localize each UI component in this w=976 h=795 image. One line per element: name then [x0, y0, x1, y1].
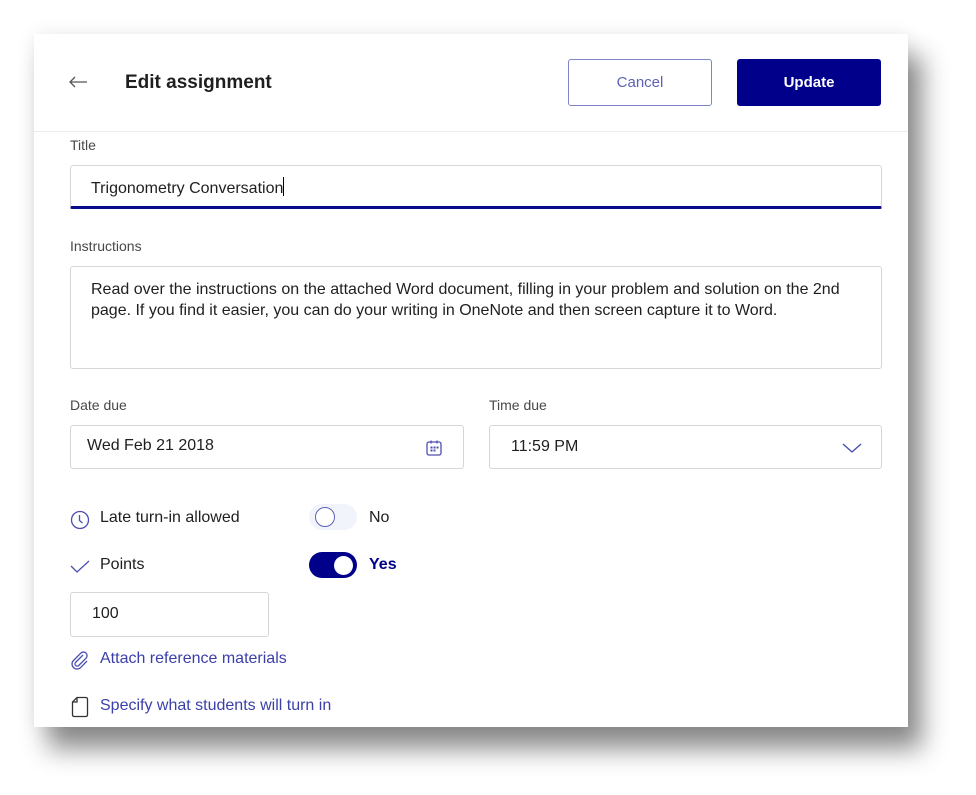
time-due-value: 11:59 PM	[511, 438, 579, 455]
late-turn-in-toggle[interactable]	[309, 504, 357, 530]
date-due-label: Date due	[70, 397, 127, 413]
time-due-label: Time due	[489, 397, 547, 413]
points-label: Points	[100, 556, 145, 573]
attach-reference-materials-link[interactable]: Attach reference materials	[100, 650, 287, 668]
chevron-down-icon	[842, 443, 862, 453]
clock-icon	[70, 510, 90, 530]
toggle-knob	[315, 507, 335, 527]
date-due-input[interactable]: Wed Feb 21 2018	[70, 425, 464, 469]
document-icon	[71, 696, 89, 718]
instructions-label: Instructions	[70, 238, 142, 254]
header-bar: Edit assignment Cancel Update	[34, 34, 908, 132]
toggle-knob	[334, 556, 353, 575]
time-due-dropdown[interactable]: 11:59 PM	[489, 425, 882, 469]
page-title: Edit assignment	[125, 72, 272, 93]
checkmark-icon	[70, 560, 90, 573]
back-button[interactable]	[64, 70, 92, 94]
edit-assignment-panel: Edit assignment Cancel Update Title Trig…	[34, 34, 908, 727]
instructions-textarea[interactable]: Read over the instructions on the attach…	[70, 266, 882, 369]
date-due-value: Wed Feb 21 2018	[87, 437, 214, 454]
title-input[interactable]: Trigonometry Conversation	[70, 165, 882, 209]
arrow-left-icon	[69, 76, 87, 88]
cancel-button[interactable]: Cancel	[568, 59, 712, 106]
calendar-icon[interactable]	[425, 439, 443, 457]
points-input[interactable]: 100	[70, 592, 269, 637]
late-turn-in-state: No	[369, 509, 390, 526]
title-label: Title	[70, 137, 96, 153]
text-caret	[283, 177, 285, 196]
paperclip-icon	[71, 651, 88, 670]
points-toggle[interactable]	[309, 552, 357, 578]
late-turn-in-label: Late turn-in allowed	[100, 509, 240, 526]
points-state: Yes	[369, 556, 397, 573]
specify-turn-in-link[interactable]: Specify what students will turn in	[100, 697, 331, 715]
update-button[interactable]: Update	[737, 59, 881, 106]
title-input-value: Trigonometry Conversation	[91, 180, 284, 197]
